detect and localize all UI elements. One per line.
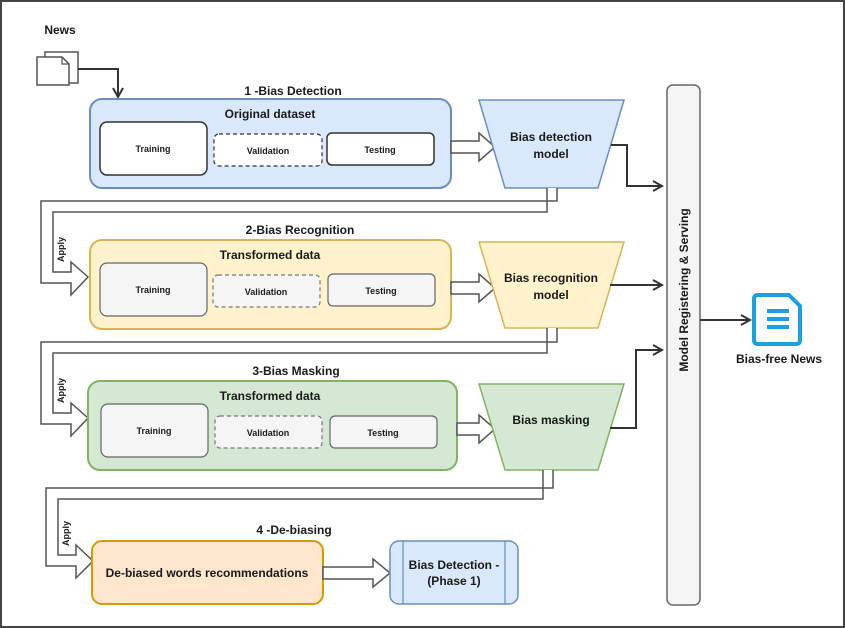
- stage1-validation-label: Validation: [247, 146, 290, 156]
- bias-masking-model: [477, 383, 626, 471]
- documents-icon: [36, 51, 79, 86]
- model-serving-label: Model Registering & Serving: [677, 208, 691, 371]
- stage1-testing-label: Testing: [364, 145, 395, 155]
- stage3-training-label: Training: [136, 426, 171, 436]
- pipeline-diagram: News 1 -Bias Detection Original dataset …: [0, 0, 845, 628]
- stage3-title: 3-Bias Masking: [252, 364, 339, 378]
- debiased-words-label: De-biased words recommendations: [106, 566, 309, 580]
- model2-label-line1: Bias recognition: [504, 271, 598, 285]
- stage1-training-label: Training: [135, 144, 170, 154]
- stage2-dataset-label: Transformed data: [220, 248, 321, 262]
- model1-label-line1: Bias detection: [510, 130, 592, 144]
- stage2-validation-label: Validation: [245, 287, 288, 297]
- bias-recognition-model: [477, 241, 626, 329]
- model2-label-line2: model: [533, 288, 568, 302]
- stage2-testing-label: Testing: [365, 286, 396, 296]
- phase1-label-line2: (Phase 1): [427, 574, 480, 588]
- news-label: News: [44, 23, 76, 37]
- apply-label-3: Apply: [61, 521, 71, 546]
- stage1-title: 1 -Bias Detection: [244, 84, 341, 98]
- bias-detection-phase1-box: [389, 540, 519, 605]
- stage3-validation-label: Validation: [247, 428, 290, 438]
- phase1-label-line1: Bias Detection -: [409, 558, 500, 572]
- stage3-dataset-label: Transformed data: [220, 389, 321, 403]
- apply-label-2: Apply: [56, 378, 66, 403]
- model1-label-line2: model: [533, 147, 568, 161]
- bias-free-news-label: Bias-free News: [736, 352, 822, 366]
- stage4-title: 4 -De-biasing: [256, 523, 331, 537]
- stage1-dataset-label: Original dataset: [225, 107, 316, 121]
- document-icon: [752, 293, 802, 346]
- stage2-title: 2-Bias Recognition: [246, 223, 355, 237]
- apply-label-1: Apply: [56, 237, 66, 262]
- stage3-testing-label: Testing: [367, 428, 398, 438]
- model3-label: Bias masking: [512, 413, 589, 427]
- bias-detection-model: [477, 99, 626, 189]
- stage2-training-label: Training: [135, 285, 170, 295]
